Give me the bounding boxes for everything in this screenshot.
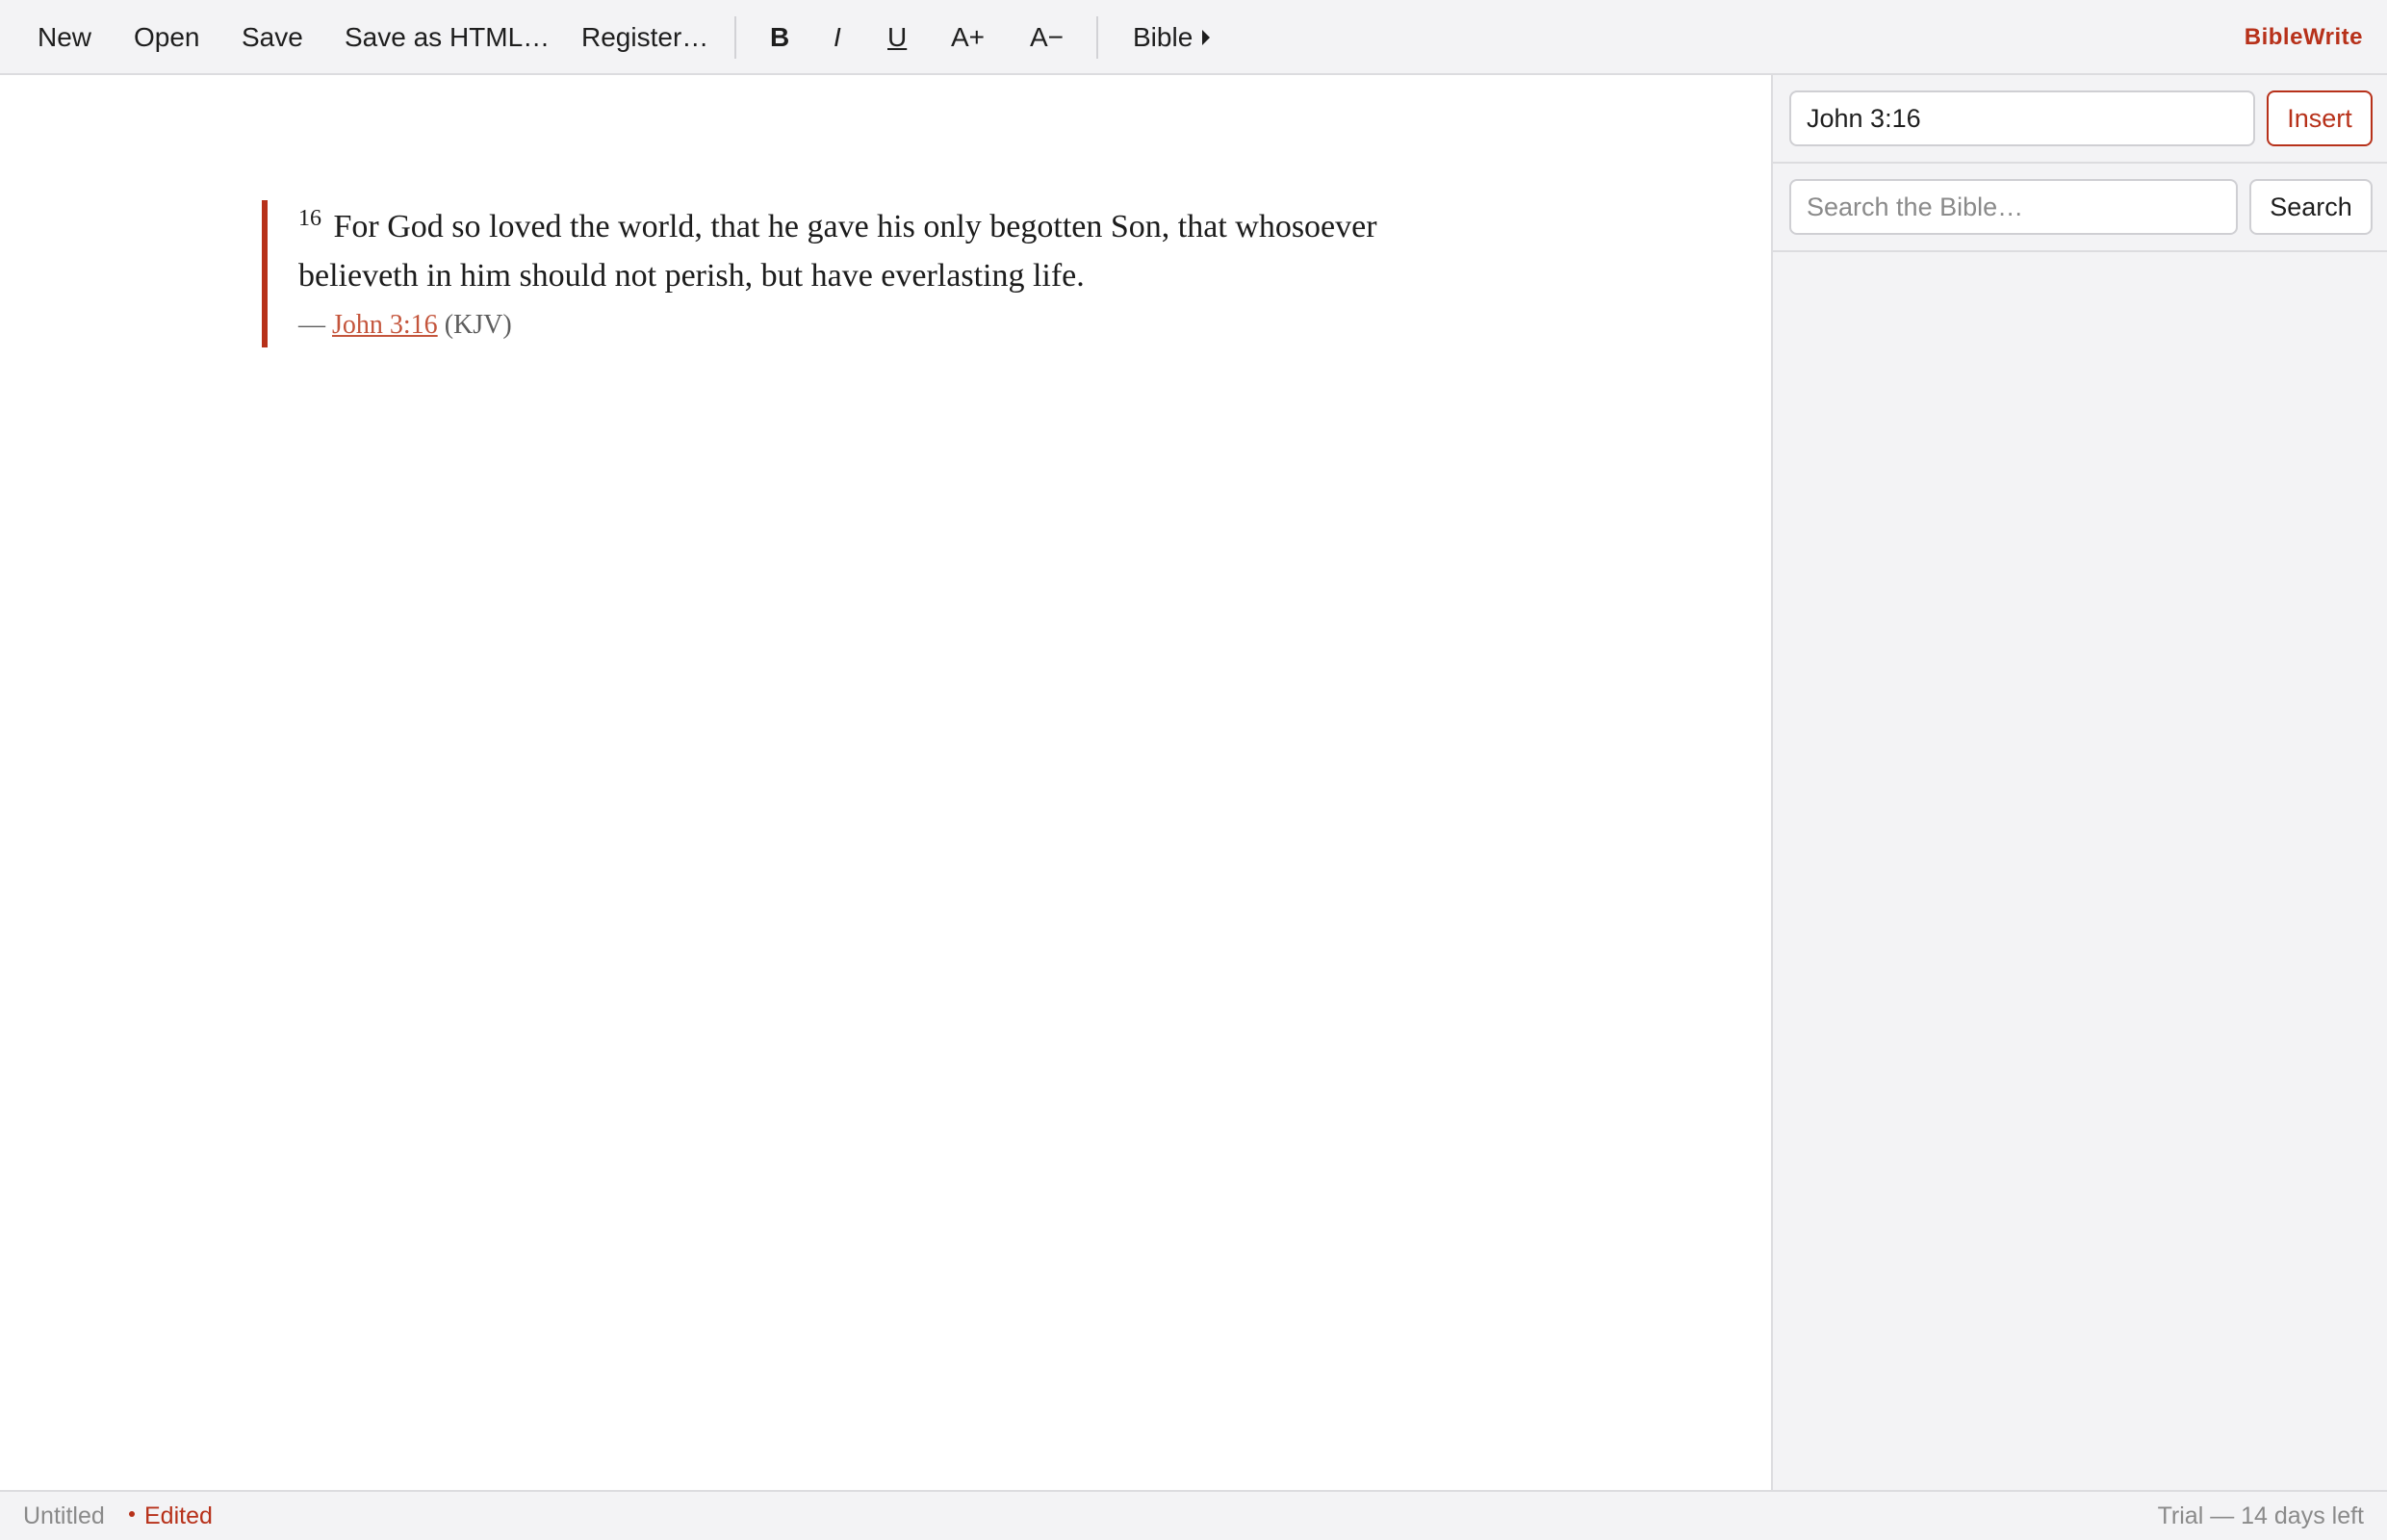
verse-block[interactable]: 16 For God so loved the world, that he g… (298, 202, 1473, 300)
verse-number: 16 (298, 206, 321, 231)
toolbar-divider (734, 16, 736, 59)
citation-version: (KJV) (444, 310, 512, 340)
toolbar-divider (1096, 16, 1098, 59)
caret-right-icon (1202, 29, 1211, 45)
search-button[interactable]: Search (2249, 179, 2373, 235)
search-row: Search (1773, 164, 2387, 252)
increase-font-button[interactable]: A+ (951, 12, 985, 64)
insert-button[interactable]: Insert (2267, 90, 2373, 146)
underline-button[interactable]: U (887, 12, 907, 64)
citation-dash: — (298, 310, 325, 340)
dot-icon (129, 1511, 135, 1518)
new-button[interactable]: New (38, 12, 91, 64)
bible-sidebar: Insert Search (1771, 75, 2387, 1490)
save-as-html-button[interactable]: Save as HTML… (345, 12, 550, 64)
edited-label: Edited (144, 1502, 213, 1529)
reference-input[interactable] (1789, 90, 2255, 146)
register-button[interactable]: Register… (581, 12, 708, 64)
verse-text: For God so loved the world, that he gave… (298, 209, 1377, 294)
document-editor[interactable]: 16 For God so loved the world, that he g… (0, 75, 1771, 1490)
citation-reference-link[interactable]: John 3:16 (332, 310, 438, 340)
bold-button[interactable]: B (770, 12, 789, 64)
reference-row: Insert (1773, 75, 2387, 164)
edited-status: Edited (129, 1492, 213, 1540)
save-button[interactable]: Save (242, 12, 303, 64)
status-bar: Untitled Edited Trial — 14 days left (0, 1490, 2387, 1540)
open-button[interactable]: Open (134, 12, 200, 64)
document-name: Untitled (23, 1502, 105, 1529)
italic-button[interactable]: I (834, 12, 841, 64)
toolbar: New Open Save Save as HTML… Register… B … (0, 0, 2387, 75)
verse-citation: — John 3:16 (KJV) (298, 306, 512, 345)
decrease-font-button[interactable]: A− (1030, 12, 1064, 64)
bible-menu-button[interactable]: Bible (1133, 12, 1211, 64)
app-brand: BibleWrite (2244, 24, 2363, 50)
bible-search-input[interactable] (1789, 179, 2238, 235)
quote-accent-bar (262, 200, 268, 347)
trial-status: Trial — 14 days left (2157, 1502, 2364, 1529)
bible-menu-label: Bible (1133, 22, 1194, 52)
